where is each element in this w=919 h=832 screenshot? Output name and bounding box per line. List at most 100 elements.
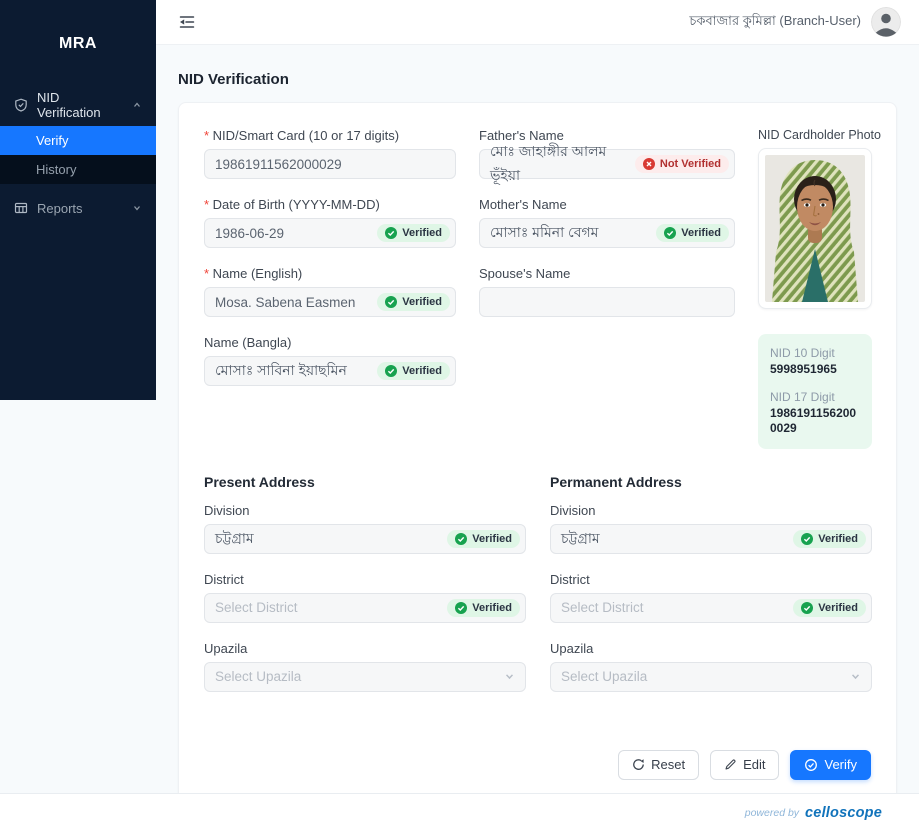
nid-input[interactable]: 19861911562000029 [204,149,456,179]
check-circle-icon [801,601,814,614]
sidebar-submenu: Verify History [0,126,156,184]
permanent-district-field: District Select District Verified [550,572,872,623]
check-circle-icon [664,227,677,239]
permanent-upazila-select[interactable]: Select Upazila [550,661,872,692]
present-upazila-select[interactable]: Select Upazila [204,661,526,692]
present-division-input[interactable]: চট্টগ্রাম Verified [204,523,526,554]
dob-value: 1986-06-29 [215,225,285,241]
present-address-title: Present Address [204,473,315,490]
app-logo: MRA [59,35,97,52]
nid-cardholder-photo [758,148,872,309]
verification-card: NID/Smart Card (10 or 17 digits) 1986191… [178,102,897,793]
mother-name-input[interactable]: মোসাঃ মমিনা বেগম Verified [479,218,735,248]
nid-summary-box: NID 10 Digit 5998951965 NID 17 Digit 198… [758,334,872,449]
mother-name-value: মোসাঃ মমিনা বেগম [490,224,599,240]
dob-input[interactable]: 1986-06-29 Verified [204,218,456,248]
permanent-address-title: Permanent Address [550,473,682,490]
sidebar-item-label: NID Verification [37,90,101,120]
name-english-field: Name (English) Mosa. Sabena Easmen Verif… [204,266,456,317]
sidebar-item-history[interactable]: History [0,155,156,184]
top-header: চকবাজার কুমিল্লা (Branch-User) [156,0,919,45]
main-content: NID Verification NID/Smart Card (10 or 1… [156,45,919,793]
page-footer: powered by celloscope [0,793,919,832]
verify-button[interactable]: Verify [790,749,871,780]
permanent-division-input[interactable]: চট্টগ্রাম Verified [550,523,872,554]
spouse-name-field: Spouse's Name [479,266,735,317]
x-circle-icon [642,158,655,170]
present-district-field: District Select District Verified [204,572,526,623]
father-name-field: Father's Name মোঃ জাহাঙ্গীর আলম ভূঁইয়া … [479,128,735,183]
verified-badge: Verified [793,529,866,548]
nid10-value: 5998951965 [770,362,837,376]
right-fields-column: Father's Name মোঃ জাহাঙ্গীর আলম ভূঁইয়া … [479,128,735,449]
verified-badge: Verified [377,224,450,242]
pencil-icon [725,759,736,770]
permanent-division-field: Division চট্টগ্রাম Verified [550,503,872,554]
user-label: চকবাজার কুমিল্লা (Branch-User) [689,12,861,28]
chevron-down-icon [132,203,142,213]
nid-value: 19861911562000029 [215,156,342,172]
present-district-label: District [204,571,244,587]
nid17-label: NID 17 Digit [770,389,835,404]
present-district-select[interactable]: Select District Verified [204,592,526,623]
permanent-district-select[interactable]: Select District Verified [550,592,872,623]
reset-button[interactable]: Reset [618,749,700,780]
nid-field: NID/Smart Card (10 or 17 digits) 1986191… [204,128,456,179]
photo-column: NID Cardholder Photo NID 10 Digit 599895… [758,128,881,449]
celloscope-logo: celloscope [805,805,882,821]
chevron-up-icon [132,100,142,110]
permanent-upazila-field: Upazila Select Upazila [550,641,872,692]
verified-badge: Verified [656,224,729,242]
check-circle-icon [801,532,814,545]
sidebar-item-label: History [36,162,77,177]
menu-fold-icon[interactable] [178,13,196,31]
sidebar-menu: NID Verification Verify History Reports [0,88,156,222]
permanent-address-section: Permanent Address Division চট্টগ্রাম Ver… [550,474,872,710]
not-verified-badge: Not Verified [634,155,729,173]
present-division-field: Division চট্টগ্রাম Verified [204,503,526,554]
nid-label: NID/Smart Card (10 or 17 digits) [204,128,456,143]
spouse-name-label: Spouse's Name [479,266,571,281]
permanent-upazila-placeholder: Select Upazila [561,669,648,685]
permanent-division-value: চট্টগ্রাম [561,529,600,546]
permanent-division-label: Division [550,502,596,518]
photo-label: NID Cardholder Photo [758,128,881,142]
edit-button[interactable]: Edit [710,749,780,780]
name-bangla-input[interactable]: মোসাঃ সাবিনা ইয়াছমিন Verified [204,356,456,386]
name-english-label: Name (English) [204,266,456,281]
check-circle-icon [385,365,398,377]
name-bangla-label: Name (Bangla) [204,335,292,350]
present-upazila-label: Upazila [204,640,248,656]
present-district-placeholder: Select District [215,600,298,616]
spouse-name-input[interactable] [479,287,735,317]
check-circle-icon [805,758,818,771]
present-address-section: Present Address Division চট্টগ্রাম Verif… [204,474,526,710]
chevron-down-icon [850,671,866,682]
name-english-input[interactable]: Mosa. Sabena Easmen Verified [204,287,456,317]
check-circle-icon [455,532,468,545]
page-title: NID Verification [178,71,289,88]
present-upazila-field: Upazila Select Upazila [204,641,526,692]
verified-badge: Verified [377,362,450,380]
shield-icon [14,98,28,112]
cardholder-portrait-image [765,155,865,302]
powered-by-label: powered by [744,807,800,819]
present-division-label: Division [204,502,250,518]
table-icon [14,201,28,215]
sidebar-item-reports[interactable]: Reports [0,194,156,222]
left-fields-column: NID/Smart Card (10 or 17 digits) 1986191… [204,128,456,449]
name-english-value: Mosa. Sabena Easmen [215,294,356,310]
user-menu[interactable]: চকবাজার কুমিল্লা (Branch-User) [689,7,901,37]
nid10-label: NID 10 Digit [770,346,835,360]
check-circle-icon [455,601,468,614]
father-name-input[interactable]: মোঃ জাহাঙ্গীর আলম ভূঁইয়া Not Verified [479,143,735,183]
name-bangla-value: মোসাঃ সাবিনা ইয়াছমিন [215,362,347,378]
sidebar-item-nid-verification[interactable]: NID Verification [0,90,156,120]
mother-name-label: Mother's Name [479,197,567,212]
sidebar-item-label: Reports [37,200,83,216]
present-division-value: চট্টগ্রাম [215,529,254,546]
nid17-value: 19861911562000029 [770,405,857,436]
check-circle-icon [385,296,398,308]
sidebar-item-verify[interactable]: Verify [0,126,156,155]
avatar[interactable] [871,7,901,37]
